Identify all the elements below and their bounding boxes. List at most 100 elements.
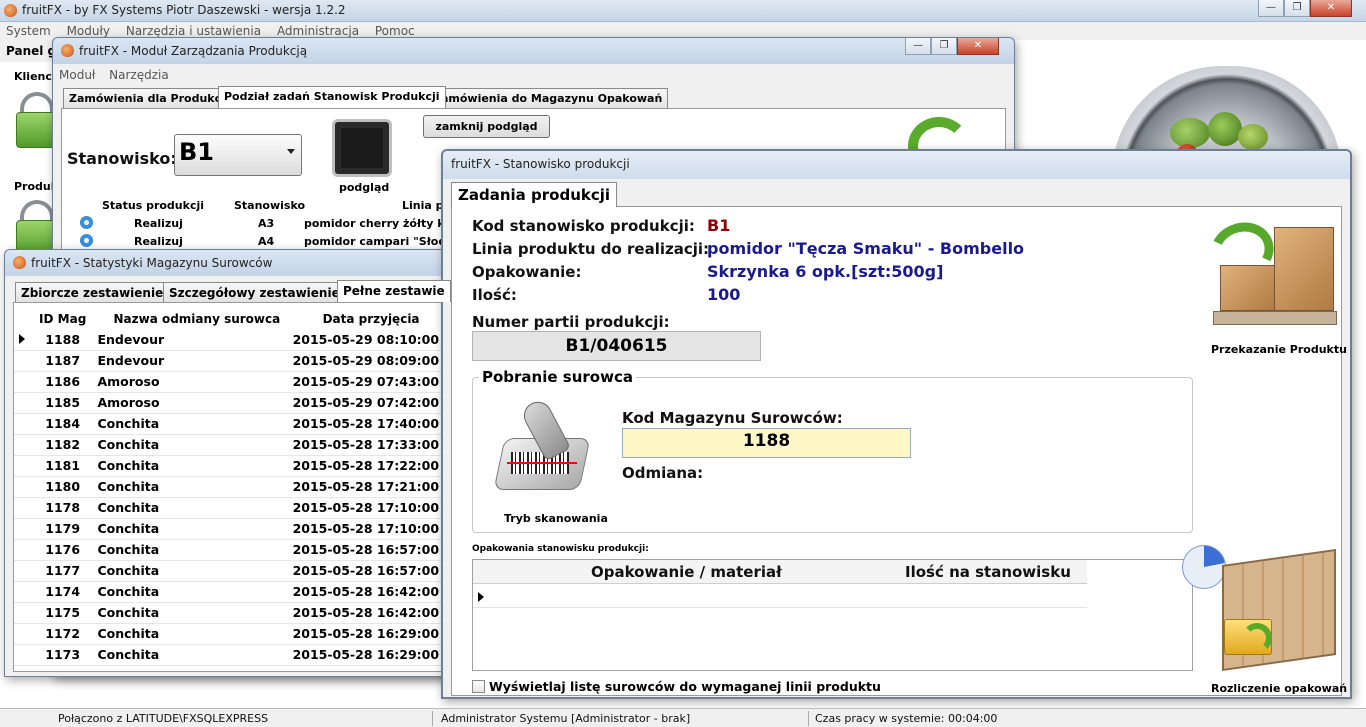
fruit-lime-icon <box>1208 112 1242 146</box>
variety-label: Odmiana: <box>622 464 704 482</box>
show-raw-list-label[interactable]: Wyświetlaj listę surowców do wymaganej l… <box>489 679 881 694</box>
table-row[interactable]: 1176 Conchita 2015-05-28 16:57:00 <box>14 539 450 561</box>
table-row[interactable]: 1185 Amoroso 2015-05-29 07:42:00 <box>14 392 450 414</box>
row-id: 1173 <box>29 644 96 666</box>
table-row[interactable]: 1173 Conchita 2015-05-28 16:29:00 <box>14 644 450 666</box>
table-row[interactable]: 1182 Conchita 2015-05-28 17:33:00 <box>14 434 450 456</box>
station-code-label: Kod stanowisko produkcji: <box>472 217 695 235</box>
table-row[interactable]: 1179 Conchita 2015-05-28 17:10:00 <box>14 518 450 540</box>
product-line-value: pomidor "Tęcza Smaku" - Bombello <box>707 239 1025 258</box>
row-selector[interactable] <box>14 560 30 582</box>
packages-header-material[interactable]: Opakowanie / materiał <box>591 563 782 581</box>
row-line: pomidor cherry żółty kl I <box>304 217 457 230</box>
tab-detailed[interactable]: Szczegółowy zestawienie <box>163 282 346 302</box>
table-row[interactable]: 1186 Amoroso 2015-05-29 07:43:00 <box>14 371 450 393</box>
sidebar-clients-label[interactable]: Klienci <box>14 70 56 83</box>
quantity-label: Ilość: <box>472 286 517 304</box>
row-selector[interactable] <box>14 413 30 435</box>
row-id: 1177 <box>29 560 96 582</box>
tab-orders-production[interactable]: Zamówienia dla Produkcji <box>63 88 235 108</box>
status-connection: Połączono z LATITUDE\FXSQLEXPRESS <box>58 712 269 725</box>
transfer-product-label: Przekazanie Produktu <box>1211 343 1347 356</box>
row-selector[interactable] <box>14 602 30 624</box>
row-id: 1178 <box>29 497 96 519</box>
row-station: A4 <box>258 235 275 248</box>
row-id: 1184 <box>29 413 96 435</box>
row-date: 2015-05-29 07:42:00 <box>292 392 450 414</box>
table-row[interactable]: 1188 Endevour 2015-05-29 08:10:00 <box>14 329 450 351</box>
row-date: 2015-05-28 16:57:00 <box>292 539 450 561</box>
menu-modules[interactable]: Moduły <box>61 22 116 38</box>
table-row[interactable]: 1174 Conchita 2015-05-28 16:42:00 <box>14 581 450 603</box>
table-row[interactable]: 1177 Conchita 2015-05-28 16:57:00 <box>14 560 450 582</box>
row-selector[interactable] <box>14 518 30 540</box>
row-variety: Amoroso <box>95 392 293 414</box>
station-select[interactable]: B1 <box>174 134 302 176</box>
table-row[interactable]: 1178 Conchita 2015-05-28 17:10:00 <box>14 497 450 519</box>
minimize-button[interactable]: — <box>1258 0 1284 17</box>
table-row[interactable]: 1184 Conchita 2015-05-28 17:40:00 <box>14 413 450 435</box>
row-date: 2015-05-28 17:22:00 <box>292 455 450 477</box>
table-row[interactable]: 1172 Conchita 2015-05-28 16:29:00 <box>14 623 450 645</box>
module-minimize-button[interactable]: — <box>905 38 931 55</box>
row-selector[interactable] <box>14 581 30 603</box>
row-selector[interactable] <box>14 329 30 351</box>
tab-orders-packaging[interactable]: Zamówienia do Magazynu Opakowań <box>427 88 669 108</box>
table-row[interactable]: 1180 Conchita 2015-05-28 17:21:00 <box>14 476 450 498</box>
table-row[interactable] <box>473 586 1087 608</box>
table-row[interactable]: 1187 Endevour 2015-05-29 08:09:00 <box>14 350 450 372</box>
row-selector[interactable] <box>14 350 30 372</box>
module-maximize-button[interactable]: ❐ <box>931 38 957 55</box>
maximize-button[interactable]: ❐ <box>1284 0 1310 17</box>
menu-tools[interactable]: Narzędzia i ustawienia <box>120 22 267 38</box>
close-preview-button[interactable]: zamknij podgląd <box>423 115 550 138</box>
packages-header-qty[interactable]: Ilość na stanowisku <box>905 563 1071 581</box>
status-session-time: Czas pracy w systemie: 00:04:00 <box>815 712 998 725</box>
row-selector[interactable] <box>14 455 30 477</box>
row-selector[interactable] <box>14 434 30 456</box>
table-row[interactable]: 1181 Conchita 2015-05-28 17:22:00 <box>14 455 450 477</box>
grid-header-selector <box>14 309 30 329</box>
table-row[interactable]: 1175 Conchita 2015-05-28 16:42:00 <box>14 602 450 624</box>
row-selector[interactable] <box>14 476 30 498</box>
close-button[interactable]: ✕ <box>1310 0 1352 17</box>
settle-packaging-label: Rozliczenie opakowań <box>1211 682 1348 695</box>
scan-laser-icon <box>507 462 577 464</box>
gear-icon <box>80 216 93 229</box>
row-selector[interactable] <box>14 392 30 414</box>
raw-code-input[interactable]: 1188 <box>622 428 911 458</box>
menu-admin[interactable]: Administracja <box>271 22 365 38</box>
menu-help[interactable]: Pomoc <box>369 22 421 38</box>
raw-material-group: Pobranie surowca Tryb skanowania Kod Mag… <box>472 368 1193 533</box>
module-menu-module[interactable]: Moduł <box>59 68 95 82</box>
grid-header-date[interactable]: Data przyjęcia <box>293 309 450 329</box>
tab-full[interactable]: Pełne zestawie <box>337 280 451 302</box>
row-variety: Conchita <box>95 623 293 645</box>
row-date: 2015-05-28 17:10:00 <box>292 497 450 519</box>
row-id: 1188 <box>29 329 96 351</box>
tablet-preview-icon[interactable] <box>332 119 392 177</box>
row-selector[interactable] <box>14 497 30 519</box>
module-menu-tools[interactable]: Narzędzia <box>109 68 169 82</box>
main-window-title: fruitFX - by FX Systems Piotr Daszewski … <box>22 3 346 17</box>
row-variety: Conchita <box>95 539 293 561</box>
module-close-button[interactable]: ✕ <box>957 38 999 55</box>
row-pointer-icon <box>19 334 25 345</box>
row-selector[interactable] <box>14 644 30 666</box>
production-station-title: fruitFX - Stanowisko produkcji <box>451 157 630 171</box>
row-selector[interactable] <box>14 371 30 393</box>
app-fruit-icon <box>13 256 26 269</box>
tab-production-tasks[interactable]: Zadania produkcji <box>451 182 618 207</box>
show-raw-list-checkbox[interactable] <box>472 680 485 693</box>
row-date: 2015-05-29 08:09:00 <box>292 350 450 372</box>
row-selector[interactable] <box>14 623 30 645</box>
grid-header-station: Stanowisko <box>234 199 306 212</box>
row-selector[interactable] <box>14 539 30 561</box>
tab-summary[interactable]: Zbiorcze zestawienie <box>15 282 170 302</box>
menu-system[interactable]: System <box>0 22 57 38</box>
grid-header-id[interactable]: ID Mag <box>30 309 96 329</box>
basket-handle-icon <box>20 92 54 114</box>
row-line: pomidor campari "Słodki <box>304 235 458 248</box>
tab-station-tasks[interactable]: Podział zadań Stanowisk Produkcji <box>218 86 446 108</box>
grid-header-variety[interactable]: Nazwa odmiany surowca <box>95 309 292 329</box>
